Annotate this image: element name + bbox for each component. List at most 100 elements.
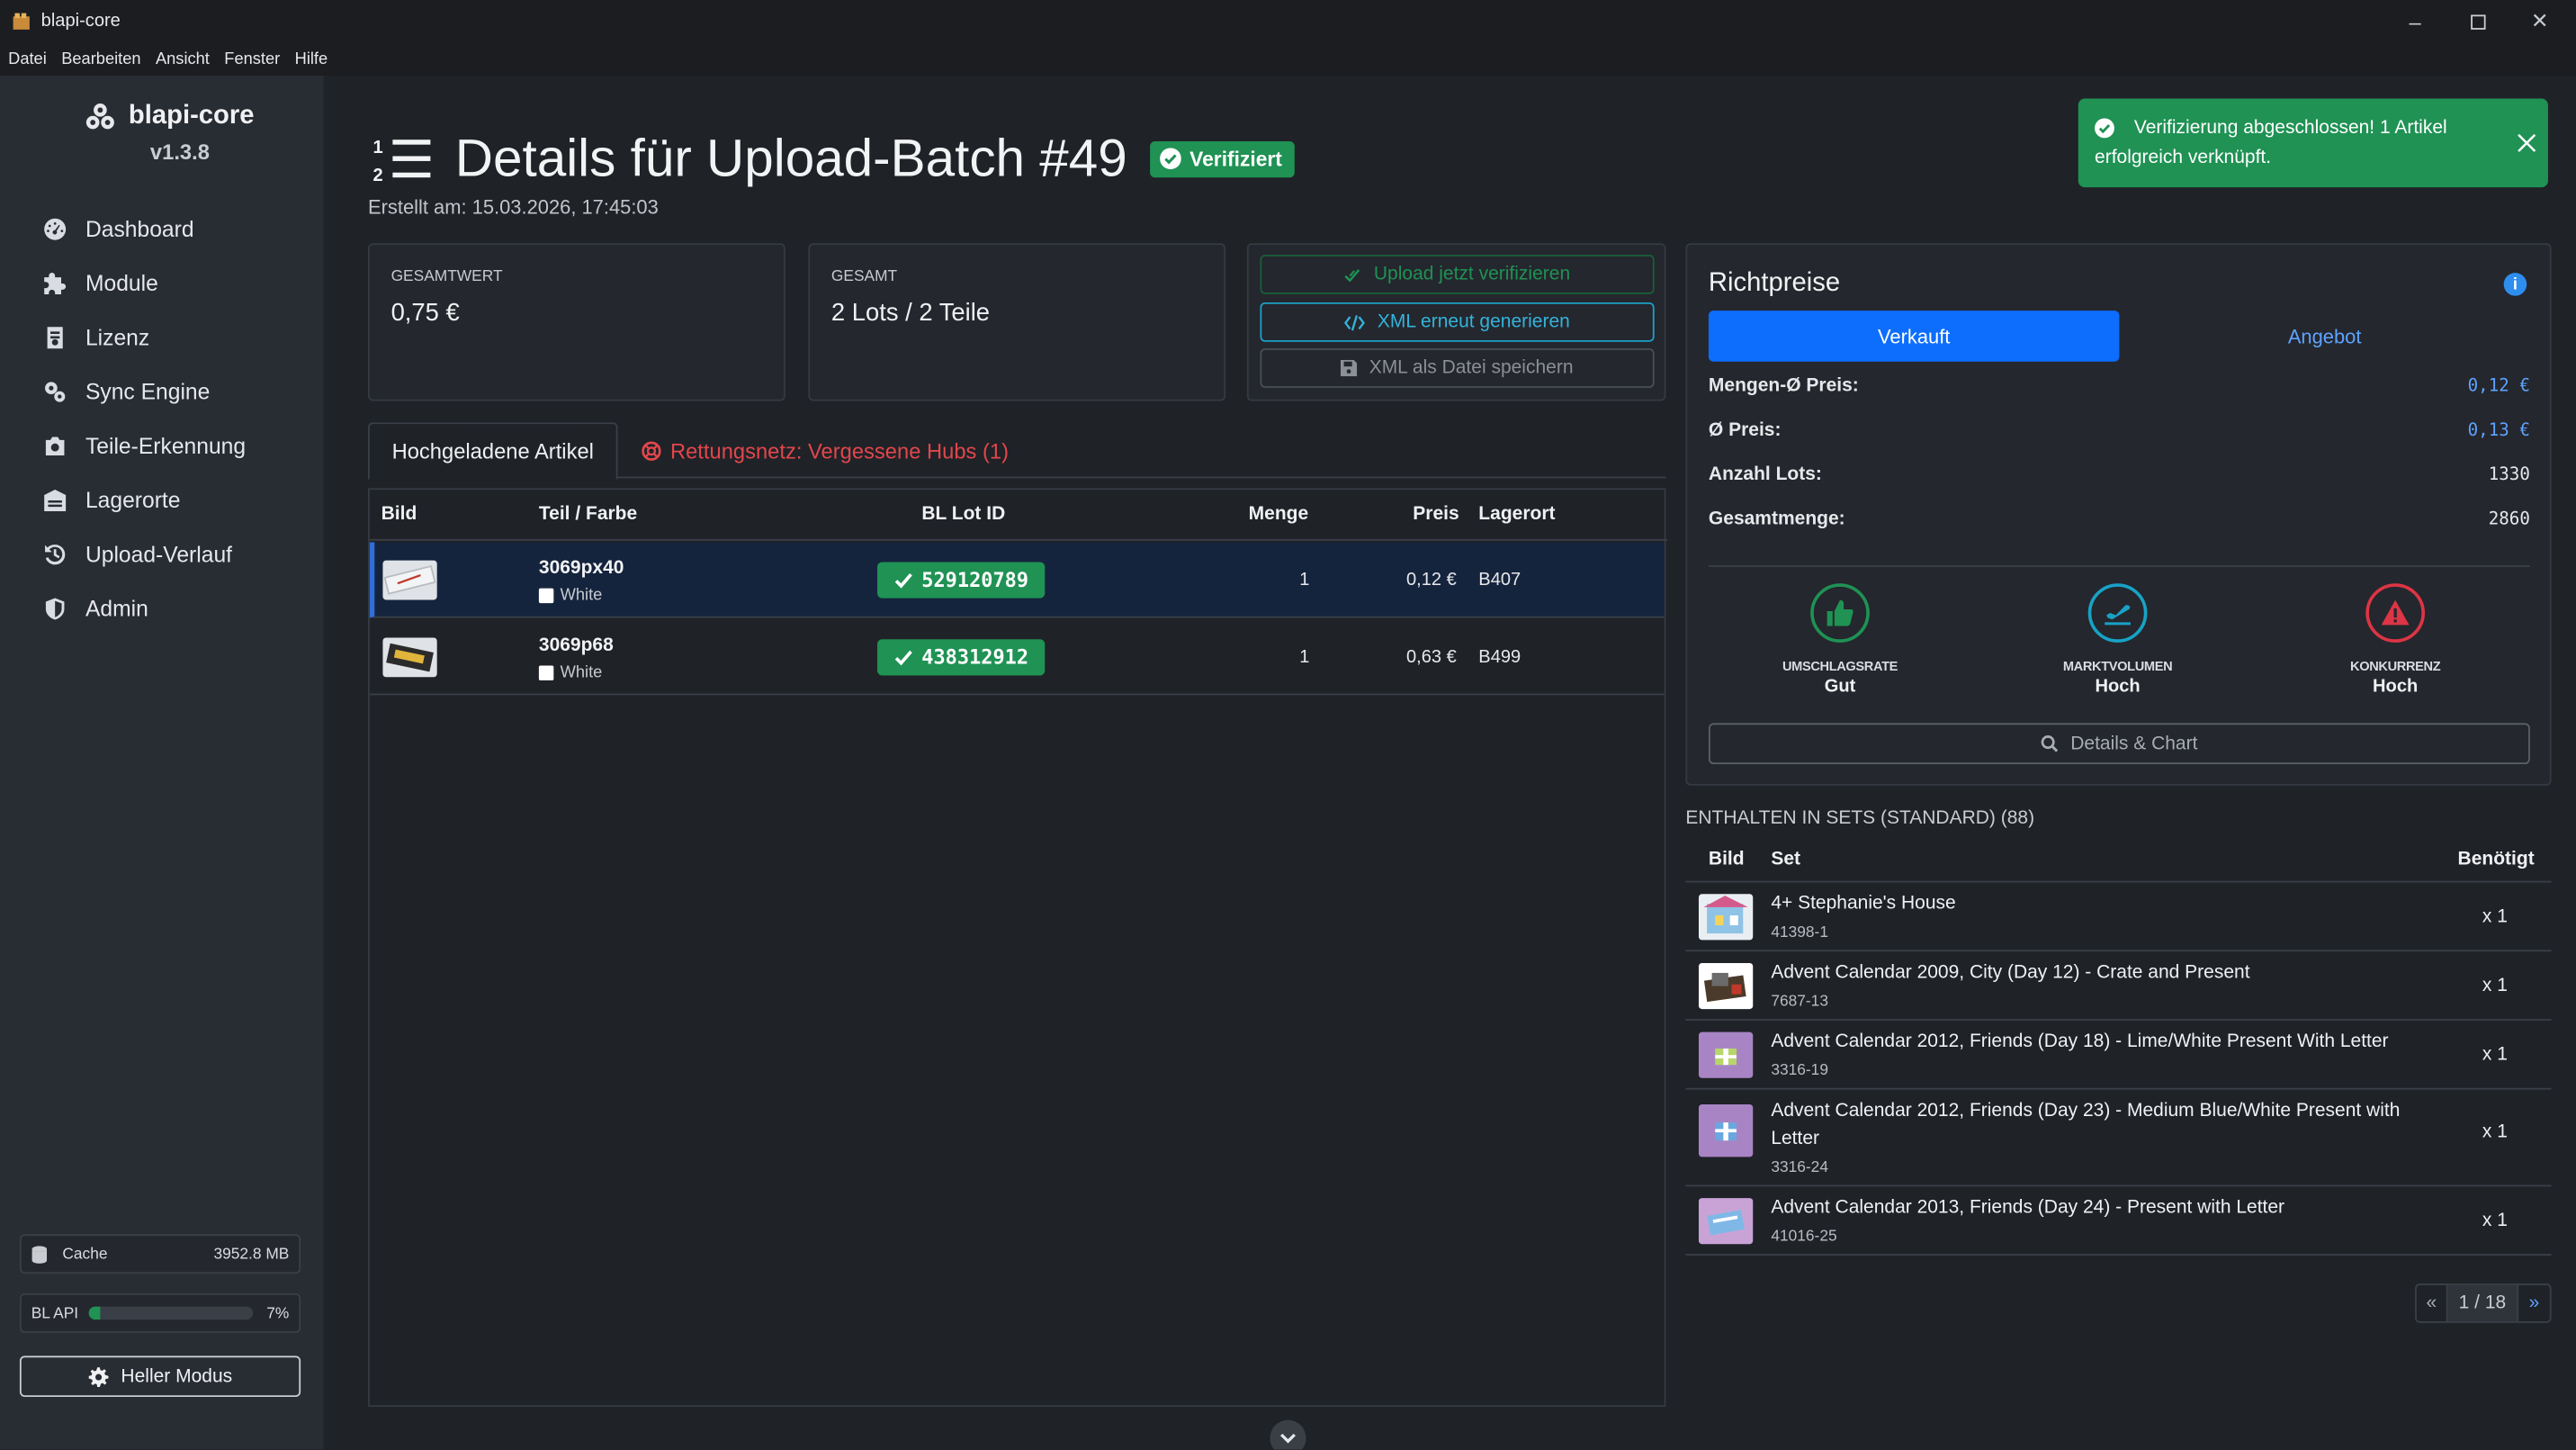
set-number: 41016-25 xyxy=(1771,1227,1837,1247)
check-icon xyxy=(894,650,912,666)
set-thumbnail xyxy=(1698,894,1754,941)
sidebar-item-teile-erkennung[interactable]: Teile-Erkennung xyxy=(42,419,246,473)
sidebar-item-lagerorte[interactable]: Lagerorte xyxy=(42,473,246,527)
tab-safety-net[interactable]: Rettungsnetz: Vergessene Hubs (1) xyxy=(641,422,1009,478)
save-xml-button[interactable]: XML als Datei speichern xyxy=(1260,348,1655,388)
metric-label: KONKURRENZ xyxy=(2350,659,2441,674)
tab-offer[interactable]: Angebot xyxy=(2119,311,2529,362)
part-color: White xyxy=(538,587,602,605)
total-value: 0,75 € xyxy=(390,299,460,328)
sets-header: Bild Set Benötigt xyxy=(1685,843,2552,883)
tab-uploaded-items[interactable]: Hochgeladene Artikel xyxy=(368,422,618,481)
actions-card: Upload jetzt verifizieren XML erneut gen… xyxy=(1246,243,1666,401)
sidebar: blapi-core v1.3.8 Dashboard Module Lizen… xyxy=(0,75,324,1450)
menu-datei[interactable]: Datei xyxy=(8,50,47,68)
menu-ansicht[interactable]: Ansicht xyxy=(156,50,210,68)
col-part-color: Teil / Farbe xyxy=(538,504,638,525)
set-row[interactable]: 4+ Stephanie's House 41398-1 x 1 xyxy=(1685,883,2552,952)
scroll-down-button[interactable] xyxy=(1270,1419,1306,1450)
list-ordered-icon: 12 xyxy=(372,137,431,184)
metric-volume: MARKTVOLUMEN Hoch xyxy=(2019,583,2216,697)
total-count: 2 Lots / 2 Teile xyxy=(830,299,991,328)
price-row-label: Ø Preis: xyxy=(1708,420,1782,441)
metric-label: MARKTVOLUMEN xyxy=(2062,659,2173,674)
chevron-down-icon xyxy=(1280,1432,1296,1443)
sidebar-item-sync-engine[interactable]: Sync Engine xyxy=(42,365,246,419)
col-set-image: Bild xyxy=(1708,849,1745,869)
svg-text:2: 2 xyxy=(372,165,382,184)
lot-id-badge[interactable]: 438312912 xyxy=(877,639,1046,676)
verify-upload-button[interactable]: Upload jetzt verifizieren xyxy=(1260,255,1655,294)
lot-id-badge[interactable]: 529120789 xyxy=(877,562,1046,599)
col-price: Preis xyxy=(1413,504,1459,525)
price-row-label: Anzahl Lots: xyxy=(1708,464,1822,485)
sidebar-item-admin[interactable]: Admin xyxy=(42,581,246,635)
svg-text:1: 1 xyxy=(372,137,382,157)
check-icon xyxy=(894,572,912,589)
save-xml-label: XML als Datei speichern xyxy=(1369,358,1574,378)
plane-icon xyxy=(2087,583,2148,643)
sidebar-item-label: Admin xyxy=(85,596,148,622)
minimize-button[interactable]: – xyxy=(2383,0,2446,42)
sidebar-item-label: Upload-Verlauf xyxy=(85,542,233,567)
database-icon xyxy=(31,1245,48,1263)
details-chart-button[interactable]: Details & Chart xyxy=(1708,723,2530,765)
dashboard-icon xyxy=(44,218,67,240)
prev-page-button[interactable]: « xyxy=(2417,1284,2448,1322)
set-row[interactable]: Advent Calendar 2012, Friends (Day 18) -… xyxy=(1685,1021,2552,1090)
api-percent: 7% xyxy=(266,1303,290,1322)
sets-pagination: « 1 / 18 » xyxy=(2415,1283,2552,1323)
menu-hilfe[interactable]: Hilfe xyxy=(295,50,328,68)
brand: blapi-core v1.3.8 xyxy=(0,102,324,165)
menu-bearbeiten[interactable]: Bearbeiten xyxy=(61,50,140,68)
lot-id: 529120789 xyxy=(921,568,1029,592)
metric-value: Hoch xyxy=(2373,677,2419,698)
set-row[interactable]: Advent Calendar 2013, Friends (Day 24) -… xyxy=(1685,1186,2552,1256)
price-row-label: Mengen-Ø Preis: xyxy=(1708,376,1859,397)
status-badge: Verifiziert xyxy=(1150,140,1296,177)
color-swatch xyxy=(538,588,554,604)
price-row: Mengen-Ø Preis: 0,12 € xyxy=(1709,376,2530,396)
part-thumbnail xyxy=(382,637,437,678)
close-icon[interactable] xyxy=(2517,133,2536,153)
app-name: blapi-core xyxy=(128,102,255,131)
prices-title: Richtpreise xyxy=(1708,269,1841,298)
light-mode-button[interactable]: Heller Modus xyxy=(19,1355,301,1398)
cache-label: Cache xyxy=(62,1245,108,1264)
part-number: 3069px40 xyxy=(538,558,624,579)
maximize-button[interactable] xyxy=(2446,0,2509,42)
table-row[interactable]: 3069p68 White 438312912 1 0,63 € B499 xyxy=(369,619,1665,696)
menu-fenster[interactable]: Fenster xyxy=(224,50,280,68)
info-icon[interactable]: i xyxy=(2503,273,2527,296)
sidebar-item-lizenz[interactable]: Lizenz xyxy=(42,311,246,365)
puzzle-icon xyxy=(44,272,67,294)
price-row: Ø Preis: 0,13 € xyxy=(1709,420,2530,440)
quantity: 1 xyxy=(1299,570,1310,590)
tab-sold[interactable]: Verkauft xyxy=(1708,311,2120,362)
sidebar-item-upload-verlauf[interactable]: Upload-Verlauf xyxy=(42,527,246,581)
api-usage-indicator: BL API 7% xyxy=(19,1292,301,1333)
metric-value: Hoch xyxy=(2095,677,2141,698)
set-row[interactable]: Advent Calendar 2012, Friends (Day 23) -… xyxy=(1685,1090,2552,1187)
table-row[interactable]: 3069px40 White 529120789 1 0,12 € B407 xyxy=(369,542,1665,618)
regenerate-xml-button[interactable]: XML erneut generieren xyxy=(1260,302,1655,342)
part-number: 3069p68 xyxy=(538,635,614,656)
set-thumbnail xyxy=(1698,1031,1754,1078)
set-quantity: x 1 xyxy=(2482,906,2508,927)
verify-upload-label: Upload jetzt verifizieren xyxy=(1373,264,1571,284)
total-count-card: GESAMT 2 Lots / 2 Teile xyxy=(808,243,1226,401)
save-icon xyxy=(1341,359,1358,377)
price: 0,63 € xyxy=(1405,647,1457,668)
lifebuoy-icon xyxy=(642,440,661,460)
next-page-button[interactable]: » xyxy=(2518,1285,2550,1321)
set-quantity: x 1 xyxy=(2482,976,2508,996)
col-quantity: Menge xyxy=(1248,504,1309,525)
sidebar-item-module[interactable]: Module xyxy=(42,257,246,311)
close-window-button[interactable]: ✕ xyxy=(2509,0,2571,42)
sidebar-item-dashboard[interactable]: Dashboard xyxy=(42,203,246,257)
set-thumbnail xyxy=(1698,1198,1754,1245)
set-row[interactable]: Advent Calendar 2009, City (Day 12) - Cr… xyxy=(1685,951,2552,1021)
cache-value: 3952.8 MB xyxy=(213,1245,290,1264)
col-lot-id: BL Lot ID xyxy=(921,504,1006,525)
app-icon xyxy=(13,13,30,30)
